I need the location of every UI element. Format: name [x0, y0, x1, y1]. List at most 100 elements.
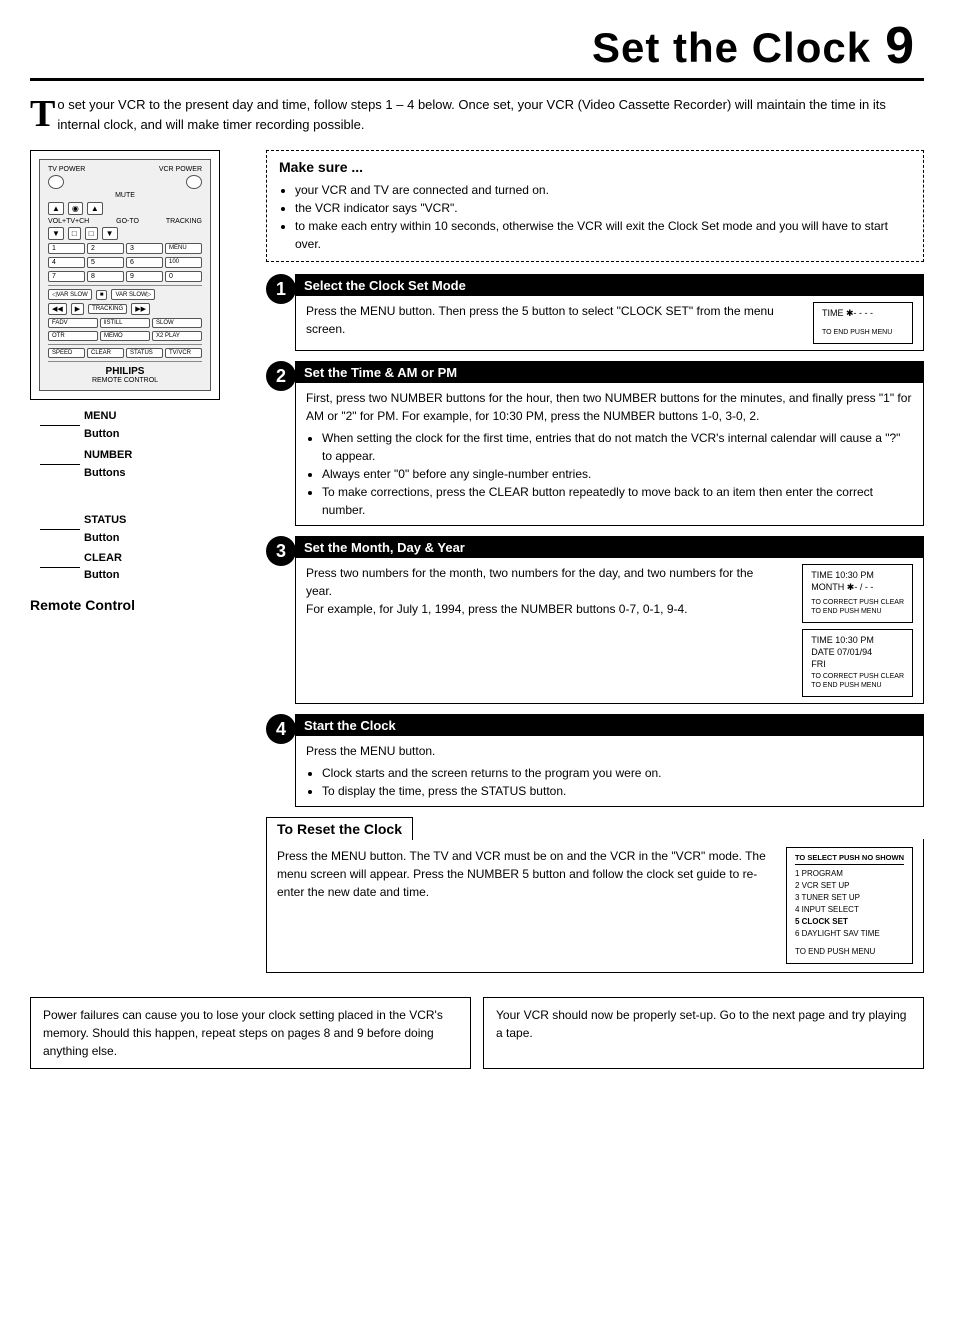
memo-btn[interactable]: MEMO	[100, 331, 150, 341]
remote-caption-label: Remote Control	[30, 597, 250, 613]
section-1-screen: TIME ✱- - - - TO END PUSH MENU	[813, 302, 913, 344]
power-labels: TV POWER VCR POWER	[48, 166, 202, 173]
vol-up-btn[interactable]: ▲	[48, 202, 64, 215]
make-sure-item-2: the VCR indicator says "VCR".	[295, 199, 911, 217]
remote-inner: TV POWER VCR POWER MUTE ▲ ◉ ▲ VOL+TV+CH …	[39, 159, 211, 391]
make-sure-title: Make sure ...	[279, 159, 911, 175]
section-1-text: Press the MENU button. Then press the 5 …	[306, 302, 793, 338]
tvvcr-btn[interactable]: TV/VCR	[165, 348, 202, 358]
btn-menu[interactable]: MENU	[165, 243, 202, 254]
btn-4[interactable]: 4	[48, 257, 85, 268]
vol-ch-row: ▲ ◉ ▲	[48, 202, 202, 215]
section-1-inner: Press the MENU button. Then press the 5 …	[306, 302, 913, 344]
section-3-wrapper: 3 Set the Month, Day & Year Press two nu…	[266, 536, 924, 704]
section-4-number: 4	[266, 714, 296, 744]
tv-power-btn[interactable]	[48, 175, 64, 189]
menu-item-5: 5 CLOCK SET	[795, 916, 904, 928]
fadv-row: FADV ‖STILL SLOW	[48, 318, 202, 328]
var-slow-left[interactable]: ◁VAR SLOW	[48, 289, 92, 300]
menu-callout: MENUButton	[40, 408, 250, 443]
right-column: Make sure ... your VCR and TV are connec…	[266, 150, 924, 985]
vol-ch-labels: VOL+TV+CH GO-TO TRACKING	[48, 218, 202, 225]
number-grid-row2: 4 5 6 100	[48, 257, 202, 268]
vol-down-btn[interactable]: ▼	[48, 227, 64, 240]
play-btn[interactable]: ▶	[71, 303, 84, 315]
tracking-mid[interactable]: TRACKING	[88, 304, 127, 314]
btn-3[interactable]: 3	[126, 243, 163, 254]
intro-paragraph: T o set your VCR to the present day and …	[30, 95, 924, 134]
callout-dash-status	[40, 529, 80, 530]
power-buttons-row	[48, 175, 202, 189]
section-2-wrapper: 2 Set the Time & AM or PM First, press t…	[266, 361, 924, 526]
s3-s2-l2: DATE 07/01/94	[811, 647, 904, 657]
btn-100[interactable]: 100	[165, 257, 202, 268]
make-sure-list: your VCR and TV are connected and turned…	[279, 181, 911, 253]
clear-btn[interactable]: CLEAR	[87, 348, 124, 358]
rew-btn[interactable]: ◀◀	[48, 303, 67, 315]
remote-brand-sub: REMOTE CONTROL	[48, 377, 202, 384]
s3-s1-footer1: TO CORRECT PUSH CLEAR	[811, 599, 904, 606]
callout-dash-menu	[40, 425, 80, 426]
intro-body: o set your VCR to the present day and ti…	[57, 95, 924, 134]
btn-2[interactable]: 2	[87, 243, 124, 254]
still-btn[interactable]: ‖STILL	[100, 318, 150, 328]
clear-callout: CLEARButton	[40, 550, 250, 585]
section-3-number: 3	[266, 536, 296, 566]
section-4-text: Press the MENU button.	[306, 742, 913, 760]
section-3-content: Set the Month, Day & Year Press two numb…	[295, 536, 924, 704]
screen-1-footer: TO END PUSH MENU	[822, 329, 904, 336]
menu-footer: TO END PUSH MENU	[795, 946, 904, 958]
make-sure-item-3: to make each entry within 10 seconds, ot…	[295, 217, 911, 253]
fadv-btn[interactable]: FADV	[48, 318, 98, 328]
bottom-left-box: Power failures can cause you to lose you…	[30, 997, 471, 1069]
vcr-power-label: VCR POWER	[159, 166, 202, 173]
section-2-bullets: When setting the clock for the first tim…	[306, 429, 913, 519]
slow-btn[interactable]: SLOW	[152, 318, 202, 328]
tracking-btn[interactable]: □	[85, 227, 98, 240]
btn-8[interactable]: 8	[87, 271, 124, 282]
section-2-text: First, press two NUMBER buttons for the …	[306, 389, 913, 425]
var-slow-right[interactable]: VAR SLOW▷	[111, 289, 155, 300]
section-1-header: Select the Clock Set Mode	[296, 275, 923, 296]
number-callout: NUMBERButtons	[40, 447, 250, 482]
s3-s2-l1: TIME 10:30 PM	[811, 635, 904, 645]
btn-7[interactable]: 7	[48, 271, 85, 282]
section-4-content: Start the Clock Press the MENU button. C…	[295, 714, 924, 807]
ch-down-btn[interactable]: ▼	[102, 227, 118, 240]
number-button-label: NUMBERButtons	[84, 447, 132, 482]
callout-dash-clear	[40, 567, 80, 568]
section-3-screens: TIME 10:30 PM MONTH ✱- / - - TO CORRECT …	[792, 564, 913, 697]
section-1-content: Select the Clock Set Mode Press the MENU…	[295, 274, 924, 351]
btn-6[interactable]: 6	[126, 257, 163, 268]
screen-1-line1: TIME ✱- - - -	[822, 308, 904, 319]
ch-up-btn[interactable]: ▲	[87, 202, 103, 215]
number-grid-row1: 1 2 3 MENU	[48, 243, 202, 254]
btn-5[interactable]: 5	[87, 257, 124, 268]
section-3-screen-2: TIME 10:30 PM DATE 07/01/94 FRI TO CORRE…	[802, 629, 913, 697]
x2play-btn[interactable]: X2 PLAY	[152, 331, 202, 341]
menu-item-3: 3 TUNER SET UP	[795, 892, 904, 904]
mute-btn[interactable]: ◉	[68, 202, 83, 215]
vcr-power-btn[interactable]	[186, 175, 202, 189]
menu-screen-header: TO SELECT PUSH NO SHOWN	[795, 853, 904, 865]
section-2-bullet-3: To make corrections, press the CLEAR but…	[322, 483, 913, 519]
status-btn[interactable]: STATUS	[126, 348, 163, 358]
section-1-number: 1	[266, 274, 296, 304]
section-2-number: 2	[266, 361, 296, 391]
bottom-row: Power failures can cause you to lose you…	[30, 997, 924, 1069]
goto-btn[interactable]: □	[68, 227, 81, 240]
section-3-text: Press two numbers for the month, two num…	[306, 564, 782, 618]
section-4-header: Start the Clock	[296, 715, 923, 736]
otr-btn[interactable]: OTR	[48, 331, 98, 341]
ff-btn[interactable]: ▶▶	[131, 303, 150, 315]
btn-9[interactable]: 9	[126, 271, 163, 282]
var-slow-mid[interactable]: ■	[96, 290, 108, 300]
speed-btn[interactable]: SPEED	[48, 348, 85, 358]
section-4-bullet-1: Clock starts and the screen returns to t…	[322, 764, 913, 782]
reset-menu-screen: TO SELECT PUSH NO SHOWN 1 PROGRAM 2 VCR …	[786, 847, 913, 964]
btn-1[interactable]: 1	[48, 243, 85, 254]
s3-s1-footer2: TO END PUSH MENU	[811, 608, 904, 615]
btn-0[interactable]: 0	[165, 271, 202, 282]
status-button-label: STATUSButton	[84, 512, 126, 547]
remote-divider-2	[48, 344, 202, 345]
